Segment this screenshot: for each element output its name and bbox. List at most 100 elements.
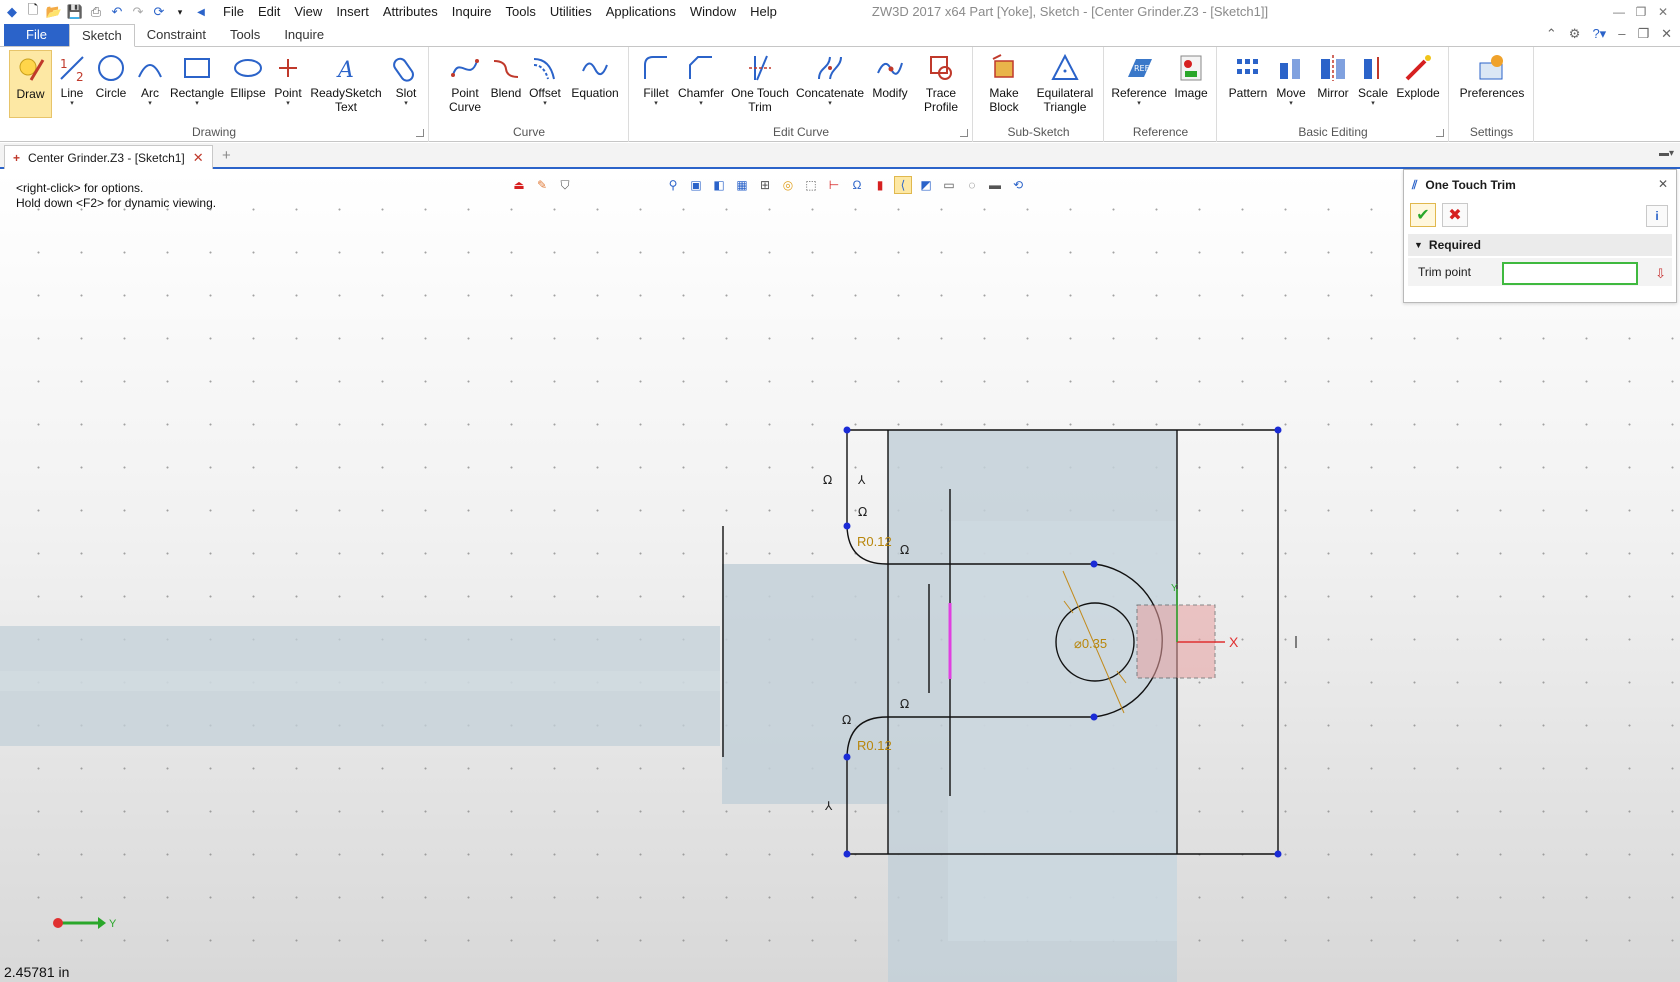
rectangle-button[interactable]: Rectangle ▾ [169,50,225,118]
fillet-button[interactable]: Fillet ▾ [638,50,674,118]
menu-view[interactable]: View [287,0,329,24]
readysketch-text-button[interactable]: A ReadySketch Text [309,50,383,118]
dashed-circle-icon[interactable]: ◌ [963,176,981,194]
menu-window[interactable]: Window [683,0,743,24]
doc-restore-icon[interactable]: ❐ [1637,26,1649,42]
menu-inquire[interactable]: Inquire [445,0,499,24]
document-tab[interactable]: + Center Grinder.Z3 - [Sketch1] ✕ [4,145,213,169]
chamfer-button[interactable]: Chamfer ▾ [676,50,726,118]
point-button[interactable]: Point ▾ [271,50,305,118]
make-block-button[interactable]: Make Block [982,50,1026,118]
tab-file[interactable]: File [4,24,69,46]
modify-button[interactable]: Modify [868,50,912,118]
equation-button[interactable]: Equation [567,50,623,118]
tab-constraint[interactable]: Constraint [135,24,218,46]
pattern-button[interactable]: Pattern [1226,50,1270,118]
pick-point-icon[interactable]: ⇩ [1655,266,1666,282]
tab-tools[interactable]: Tools [218,24,272,46]
diameter-dimension[interactable]: ⌀0.35 [1074,636,1107,651]
cancel-button[interactable]: ✖ [1442,203,1468,227]
info-icon[interactable]: i [1646,205,1668,227]
menu-edit[interactable]: Edit [251,0,287,24]
doc-close-icon[interactable]: ✕ [1661,26,1672,42]
ok-button[interactable]: ✔ [1410,203,1436,227]
trace-profile-button[interactable]: Trace Profile [917,50,965,118]
line-weight-icon[interactable]: ▬ [986,176,1004,194]
image-button[interactable]: Image [1171,50,1211,118]
help-icon[interactable]: ?▾ [1592,26,1606,42]
menu-attributes[interactable]: Attributes [376,0,445,24]
edit-curve-launcher-icon[interactable] [960,129,968,137]
snap-icon[interactable]: ◎ [779,176,797,194]
undo-icon[interactable]: ↶ [108,3,126,21]
color-toggle-icon[interactable]: ▮ [871,176,889,194]
menu-tools[interactable]: Tools [499,0,543,24]
grid-toggle-icon[interactable]: ⊞ [756,176,774,194]
concatenate-button[interactable]: Concatenate ▾ [794,50,866,118]
blend-button[interactable]: Blend [488,50,524,118]
slot-button[interactable]: Slot ▾ [389,50,423,118]
trim-point-input[interactable] [1502,262,1638,285]
basic-editing-launcher-icon[interactable] [1436,129,1444,137]
radius-dimension-bottom[interactable]: R0.12 [857,738,892,753]
radius-dimension-top[interactable]: R0.12 [857,534,892,549]
menu-file[interactable]: File [216,0,251,24]
offset-button[interactable]: Offset ▾ [526,50,564,118]
tab-inquire[interactable]: Inquire [272,24,336,46]
minimize-icon[interactable]: — [1608,5,1630,19]
back-arrow-icon[interactable]: ◀ [192,3,210,21]
pick-filter-icon[interactable]: ⚲ [664,176,682,194]
dimension-toggle-icon[interactable]: ⊢ [825,176,843,194]
tab-list-icon[interactable]: ▬▾ [1659,148,1674,159]
open-folder-icon[interactable]: 📂 [45,3,63,21]
collapse-ribbon-icon[interactable]: ⌃ [1546,26,1557,42]
preferences-button[interactable]: Preferences [1456,50,1528,118]
exit-sketch-icon[interactable]: ⏏ [510,176,528,194]
reference-button[interactable]: REF Reference ▾ [1111,50,1167,118]
scale-button[interactable]: Scale ▾ [1356,50,1390,118]
layout-icon[interactable]: ▦ [733,176,751,194]
render-mode-icon[interactable]: ◧ [710,176,728,194]
display-icon[interactable]: ▭ [940,176,958,194]
doc-minimize-icon[interactable]: – [1618,26,1625,42]
equilateral-triangle-button[interactable]: Equilateral Triangle [1030,50,1100,118]
hide-icon[interactable]: ◩ [917,176,935,194]
sketch-mode-icon[interactable]: ⟨ [894,176,912,194]
gear-icon[interactable]: ⚙ [1569,26,1581,42]
close-panel-icon[interactable]: ✕ [1658,177,1668,191]
orient-icon[interactable]: ⟲ [1009,176,1027,194]
y-axis-label: Y [1171,583,1178,594]
line-button[interactable]: 12 Line ▾ [55,50,89,118]
new-file-icon[interactable]: 🗋 [24,2,42,21]
constraint-toggle-icon[interactable]: Ω [848,176,866,194]
arc-button[interactable]: Arc ▾ [133,50,167,118]
ellipse-button[interactable]: Ellipse [228,50,268,118]
menu-applications[interactable]: Applications [599,0,683,24]
required-section-header[interactable]: ▼ Required [1408,234,1672,256]
move-button[interactable]: Move ▾ [1272,50,1310,118]
eraser-icon[interactable]: ✎ [533,176,551,194]
save-icon[interactable]: 💾 [66,3,84,21]
menu-help[interactable]: Help [743,0,784,24]
new-tab-icon[interactable]: + [222,147,231,164]
circle-button[interactable]: Circle [93,50,129,118]
one-touch-trim-button[interactable]: One Touch Trim [728,50,792,118]
filter-icon[interactable]: ⛉ [556,176,574,194]
mirror-button[interactable]: Mirror [1312,50,1354,118]
draw-button[interactable]: Draw [9,50,52,118]
menu-utilities[interactable]: Utilities [543,0,599,24]
rotate-view-icon[interactable]: ⟳ [150,3,168,21]
close-window-icon[interactable]: ✕ [1652,5,1674,19]
drawing-launcher-icon[interactable] [416,129,424,137]
tab-sketch[interactable]: Sketch [68,24,135,47]
print-icon[interactable]: ⎙ [87,3,105,21]
point-curve-button[interactable]: Point Curve [442,50,488,118]
redo-icon[interactable]: ↷ [129,3,147,21]
explode-button[interactable]: Explode [1394,50,1442,118]
view-cube-icon[interactable]: ▣ [687,176,705,194]
close-tab-icon[interactable]: ✕ [193,150,204,166]
zoom-fit-icon[interactable]: ⬚ [802,176,820,194]
quick-access-menu-icon[interactable]: ▾ [171,3,189,21]
restore-icon[interactable]: ❐ [1630,5,1652,19]
menu-insert[interactable]: Insert [329,0,376,24]
